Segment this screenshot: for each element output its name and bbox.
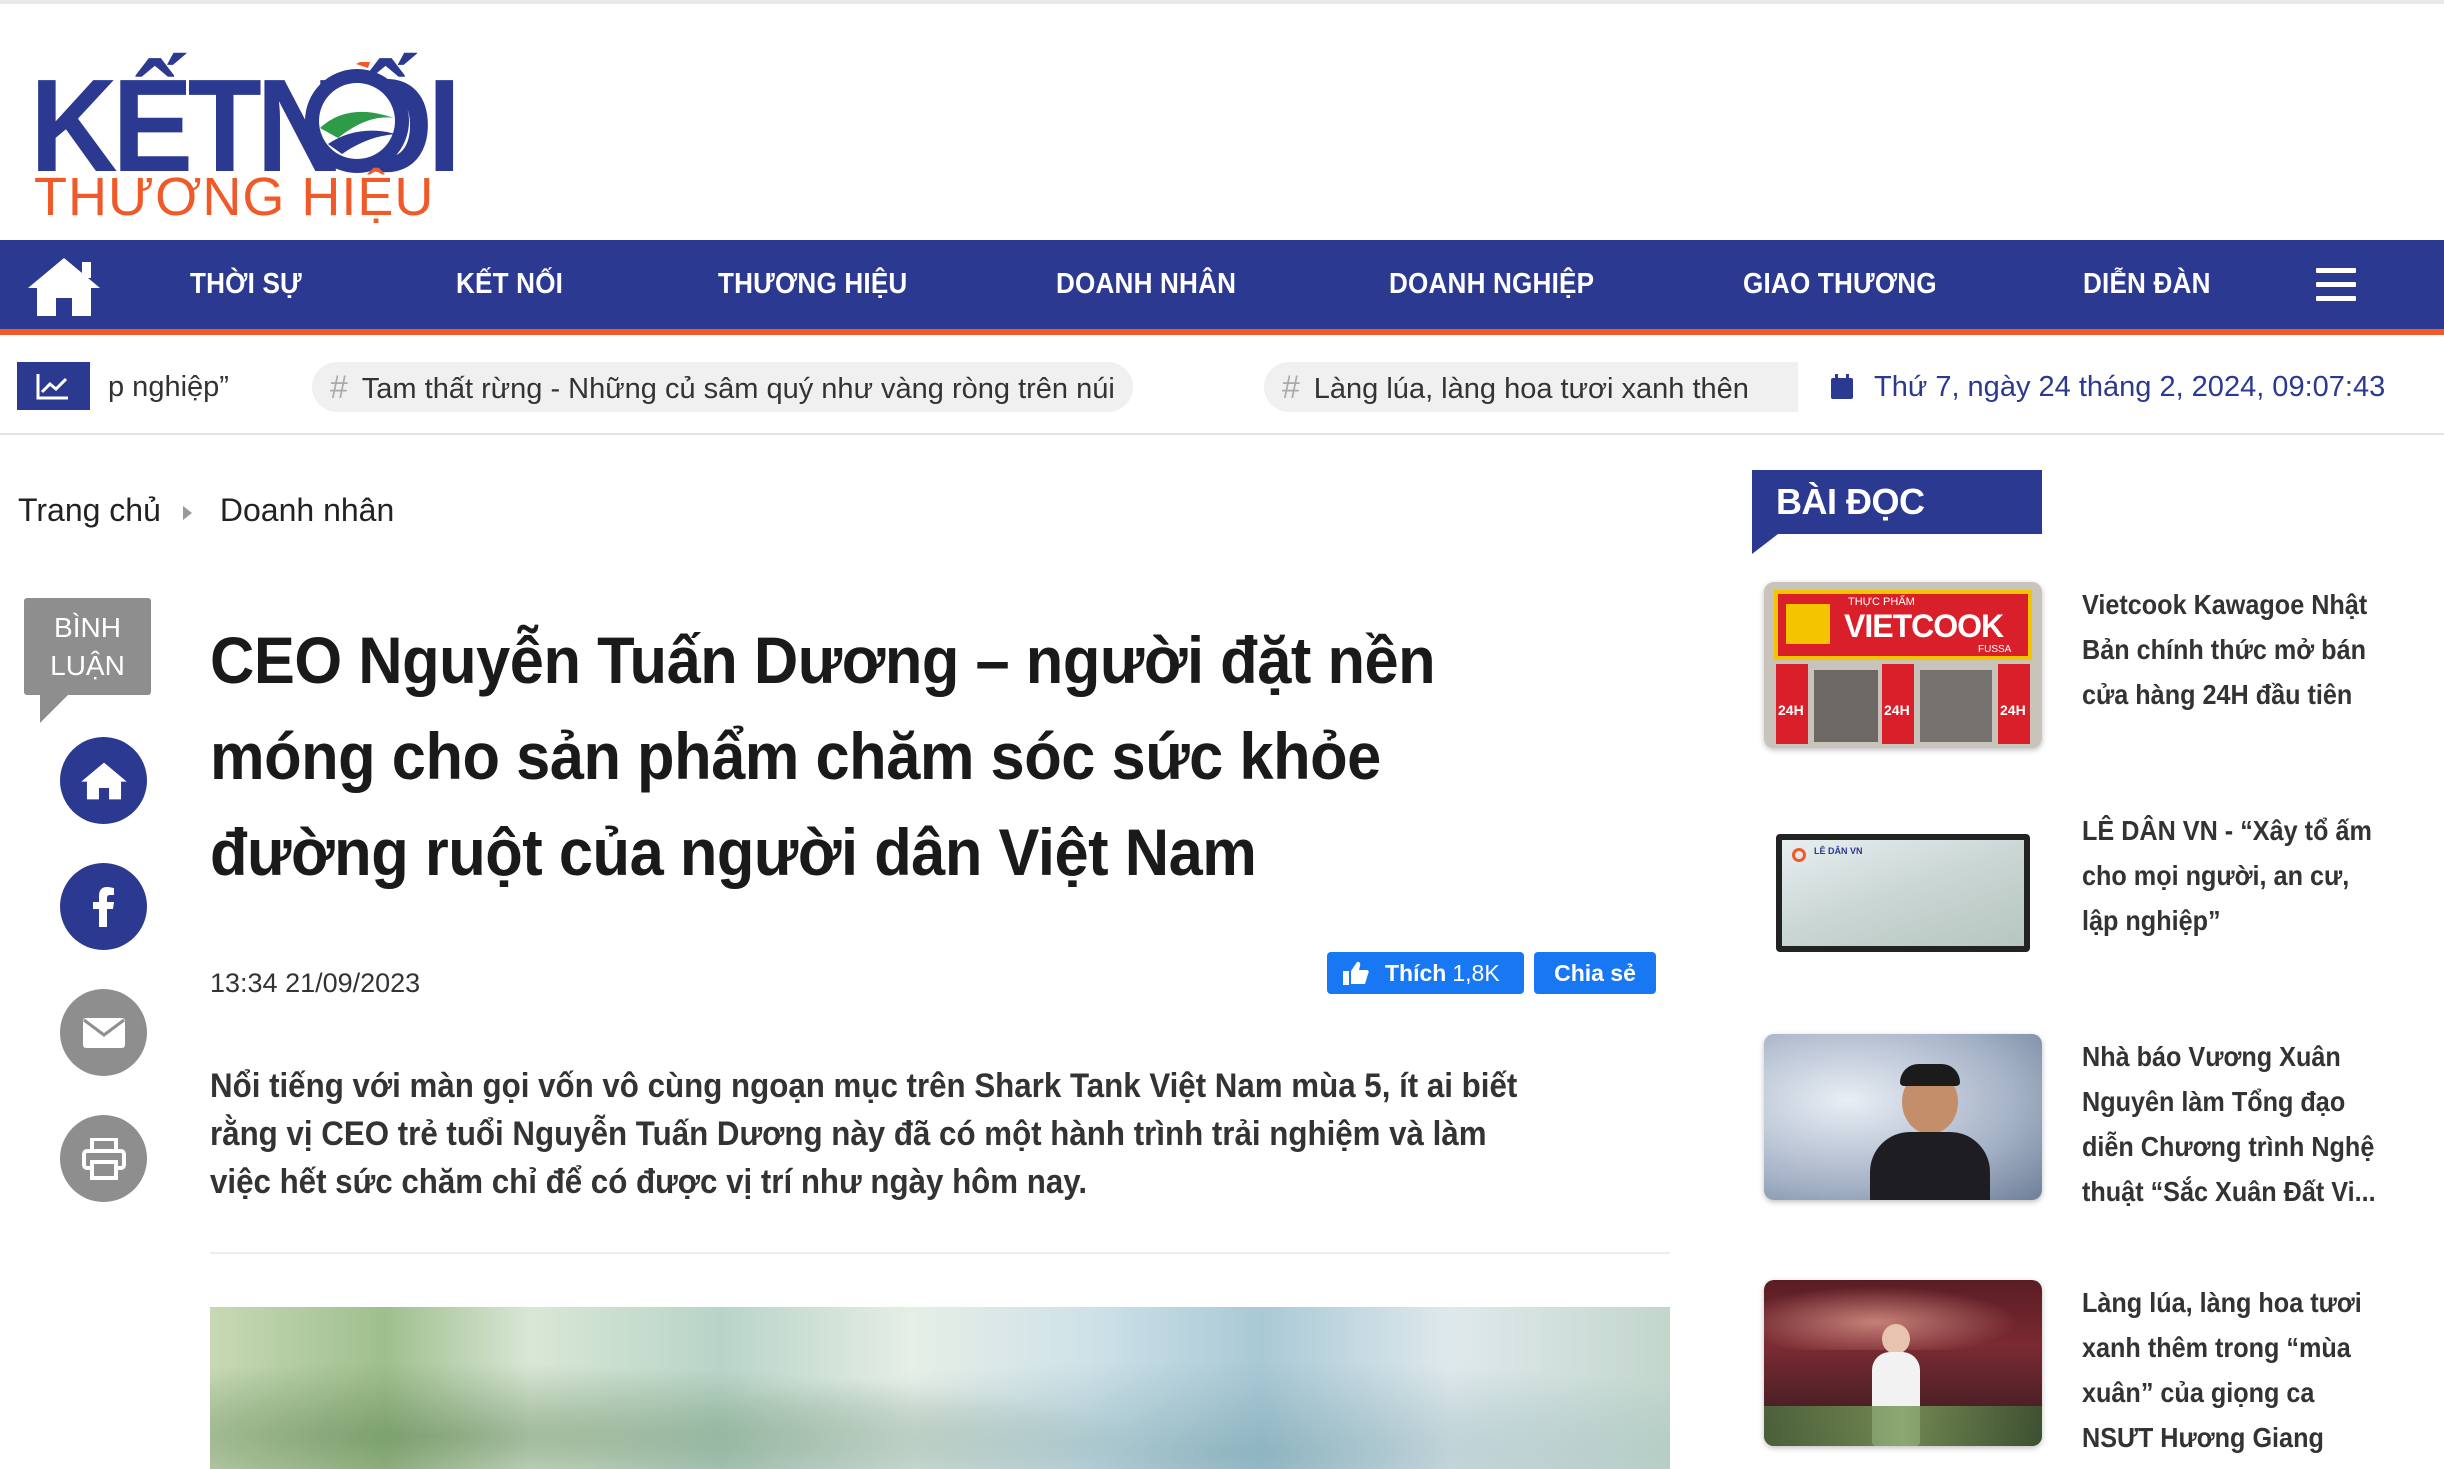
hash-icon: # (1282, 369, 1300, 405)
ticker-item[interactable]: p nghiệp” (108, 362, 247, 412)
article-hero-image (210, 1307, 1670, 1469)
thumb-sub-text: FUSSA (1978, 644, 2012, 655)
ticker-item[interactable]: # Tam thất rừng - Những củ sâm quý như và… (312, 362, 1133, 412)
nav-item-thuong-hieu[interactable]: THƯƠNG HIỆU (718, 240, 907, 329)
facebook-icon (92, 886, 114, 927)
breadcrumb-section[interactable]: Doanh nhân (220, 492, 394, 528)
main-nav: THỜI SỰ KẾT NỐI THƯƠNG HIỆU DOANH NHÂN D… (0, 240, 2444, 335)
print-button[interactable] (60, 1115, 147, 1202)
most-read-title[interactable]: Nhà báo Vương Xuân Nguyên làm Tổng đạo d… (2082, 1034, 2379, 1214)
heading-tail (1752, 534, 1778, 554)
singer-head (1882, 1324, 1910, 1354)
top-border (0, 0, 2444, 4)
door (1920, 670, 1992, 742)
crown-icon (1786, 604, 1830, 644)
share-email-button[interactable] (60, 989, 147, 1076)
calendar-icon (1831, 374, 1853, 399)
nav-item-giao-thuong[interactable]: GIAO THƯƠNG (1743, 240, 1937, 329)
facebook-like-button[interactable]: Thích 1,8K (1327, 952, 1524, 994)
nav-item-ket-noi[interactable]: KẾT NỐI (456, 240, 563, 329)
trending-bar: p nghiệp” # Tam thất rừng - Những củ sâm … (0, 340, 2444, 435)
person-body (1870, 1132, 1990, 1200)
publish-time: 13:34 21/09/2023 (210, 968, 421, 998)
hash-icon: # (330, 369, 348, 405)
thumbs-up-icon (1343, 961, 1369, 985)
thumb-small-text: THỰC PHẨM (1848, 596, 1915, 608)
nav-item-thoi-su[interactable]: THỜI SỰ (190, 240, 302, 329)
ticker-item[interactable]: # Làng lúa, làng hoa tươi xanh thên (1264, 362, 1798, 412)
email-icon (82, 1017, 125, 1048)
article-title: CEO Nguyễn Tuấn Dương – người đặt nền mó… (210, 623, 1436, 889)
comment-label-2: LUẬN (50, 650, 125, 681)
logo-thuonghieu: THƯƠNG HIỆU (34, 167, 435, 227)
breadcrumb: Trang chủ Doanh nhân (18, 492, 394, 529)
nav-item-doanh-nhan[interactable]: DOANH NHÂN (1056, 240, 1236, 329)
site-logo[interactable]: KẾTNỐI THƯƠNG HIỆU (30, 22, 461, 227)
current-datetime: Thứ 7, ngày 24 tháng 2, 2024, 09:07:43 (1874, 371, 2386, 403)
most-read-title[interactable]: LÊ DÂN VN - “Xây tổ ấm cho mọi người, an… (2082, 808, 2379, 943)
comment-badge[interactable]: BÌNH LUẬN (24, 598, 151, 723)
nav-item-dien-dan[interactable]: DIỄN ĐÀN (2083, 240, 2211, 329)
hamburger-menu-icon[interactable] (2316, 268, 2356, 302)
home-icon[interactable] (26, 256, 102, 318)
printer-icon (81, 1137, 126, 1180)
article-thumbnail[interactable] (1764, 1280, 2042, 1446)
badge-tail (40, 693, 70, 723)
article-thumbnail[interactable]: LÊ DÂN VN (1764, 808, 2042, 974)
globe-icon (305, 62, 409, 173)
comment-label-1: BÌNH (54, 612, 121, 643)
trending-chart-icon (36, 374, 68, 400)
trending-button[interactable] (17, 362, 90, 410)
share-facebook-button[interactable] (60, 863, 147, 950)
thumb-sign-text: LÊ DÂN VN (1814, 846, 1863, 856)
nav-item-doanh-nghiep[interactable]: DOANH NGHIỆP (1389, 240, 1594, 329)
door (1814, 670, 1878, 742)
screen-frame: LÊ DÂN VN (1776, 834, 2030, 952)
flower-field (1764, 1406, 2042, 1446)
home-icon (80, 762, 127, 799)
like-label: Thích (1385, 960, 1447, 986)
ticker-track: p nghiệp” # Tam thất rừng - Những củ sâm … (108, 362, 1798, 412)
thumb-tag-text: 24H (1778, 702, 1804, 718)
like-count: 1,8K (1452, 960, 1500, 986)
store-sign: THỰC PHẨM VIETCOOK FUSSA (1774, 590, 2032, 660)
article-sapo: Nổi tiếng với màn gọi vốn vô cùng ngoạn … (210, 1067, 1518, 1201)
share-home-button[interactable] (60, 737, 147, 824)
facebook-share-button[interactable]: Chia sẻ (1534, 952, 1656, 994)
divider (210, 1252, 1670, 1254)
article-thumbnail[interactable] (1764, 1034, 2042, 1200)
screen-image: LÊ DÂN VN (1782, 840, 2024, 946)
most-read-heading: BÀI ĐỌC NHIỀU (1752, 470, 2042, 586)
breadcrumb-home[interactable]: Trang chủ (18, 492, 161, 528)
thumb-tag-text: 24H (1884, 702, 1910, 718)
logo-icon (1792, 848, 1806, 862)
article-thumbnail[interactable]: THỰC PHẨM VIETCOOK FUSSA 24H 24H 24H (1764, 582, 2042, 748)
thumb-sign-text: VIETCOOK (1844, 608, 2004, 644)
thumb-tag-text: 24H (2000, 702, 2026, 718)
most-read-title[interactable]: Vietcook Kawagoe Nhật Bản chính thức mở … (2082, 582, 2379, 717)
breadcrumb-separator-icon (182, 505, 192, 520)
most-read-title[interactable]: Làng lúa, làng hoa tươi xanh thêm trong … (2082, 1280, 2379, 1460)
person-hair (1900, 1064, 1960, 1086)
